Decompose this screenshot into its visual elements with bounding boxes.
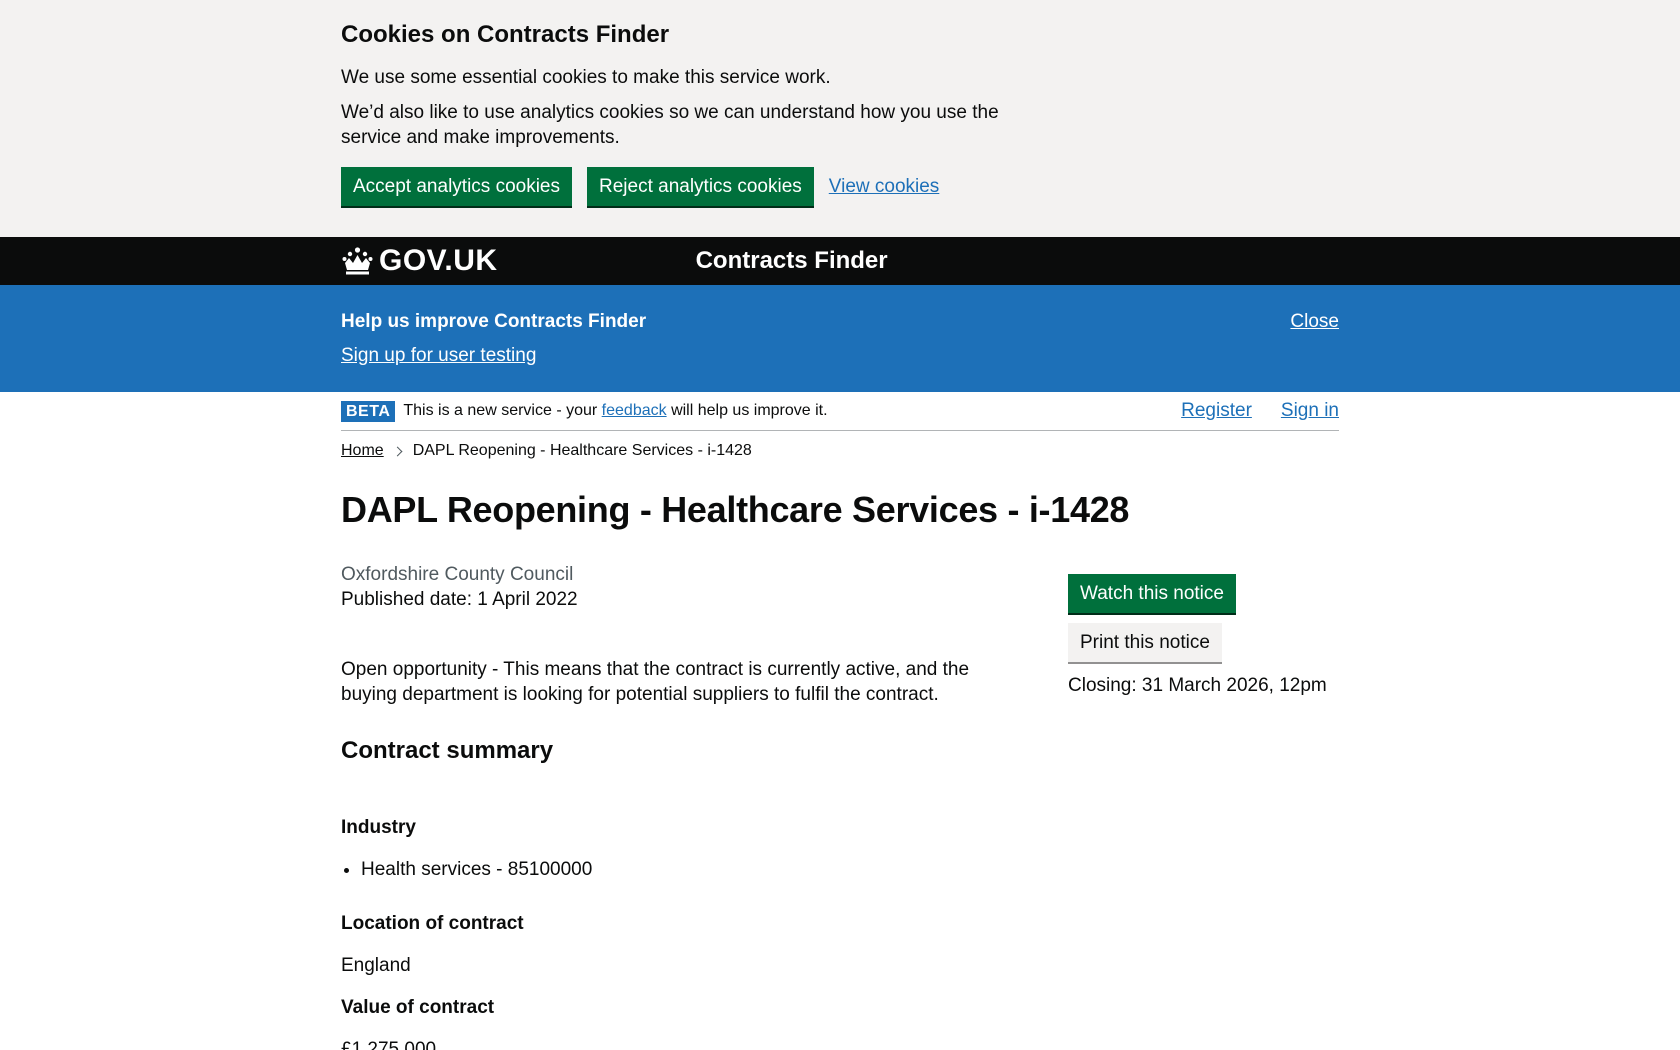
value-label: Value of contract bbox=[341, 997, 495, 1018]
register-link[interactable]: Register bbox=[1181, 400, 1252, 422]
location-value: England bbox=[341, 955, 411, 976]
cookie-banner-text-2: We’d also like to use analytics cookies … bbox=[341, 102, 999, 148]
industry-item: Health services - 85100000 bbox=[361, 857, 1031, 882]
notice-actions-column: Watch this notice Print this notice Clos… bbox=[1068, 562, 1327, 1050]
notice-content: Oxfordshire County Council Published dat… bbox=[341, 562, 1339, 1050]
cookie-banner-actions: Accept analytics cookies Reject analytic… bbox=[341, 167, 1339, 206]
breadcrumb: Home DAPL Reopening - Healthcare Service… bbox=[341, 441, 1339, 461]
phase-text-after: will help us improve it. bbox=[671, 402, 828, 419]
user-testing-link[interactable]: Sign up for user testing bbox=[341, 343, 536, 368]
cookie-banner: Cookies on Contracts Finder We use some … bbox=[0, 0, 1680, 237]
phase-text-before: This is a new service - your bbox=[403, 402, 598, 419]
sign-in-link[interactable]: Sign in bbox=[1281, 400, 1339, 422]
organisation-name: Oxfordshire County Council bbox=[341, 564, 574, 585]
service-name-link[interactable]: Contracts Finder bbox=[696, 247, 888, 275]
beta-tag: BETA bbox=[341, 400, 396, 422]
govuk-logo-link[interactable]: GOV.UK bbox=[341, 244, 498, 278]
breadcrumb-current: DAPL Reopening - Healthcare Services - i… bbox=[412, 442, 752, 459]
user-testing-panel: Help us improve Contracts Finder Sign up… bbox=[0, 285, 1680, 392]
phase-banner: BETA This is a new service - your feedba… bbox=[341, 392, 1339, 431]
notice-status-description: Open opportunity - This means that the c… bbox=[341, 659, 970, 705]
user-testing-title: Help us improve Contracts Finder bbox=[341, 311, 647, 332]
site-header: GOV.UK Contracts Finder bbox=[0, 237, 1680, 285]
close-panel-link[interactable]: Close bbox=[1290, 309, 1339, 334]
accept-cookies-button[interactable]: Accept analytics cookies bbox=[341, 167, 572, 206]
watch-notice-button[interactable]: Watch this notice bbox=[1068, 574, 1236, 613]
reject-cookies-button[interactable]: Reject analytics cookies bbox=[587, 167, 814, 206]
cookie-banner-text-1: We use some essential cookies to make th… bbox=[341, 67, 831, 88]
cookie-banner-title: Cookies on Contracts Finder bbox=[341, 21, 670, 48]
value-amount: £1,275,000 bbox=[341, 1039, 437, 1050]
print-notice-button[interactable]: Print this notice bbox=[1068, 623, 1222, 662]
page-container: BETA This is a new service - your feedba… bbox=[341, 392, 1339, 1050]
account-links: Register Sign in bbox=[1181, 400, 1339, 422]
view-cookies-link[interactable]: View cookies bbox=[829, 176, 940, 198]
industry-list: Health services - 85100000 bbox=[361, 857, 1031, 882]
contract-summary-heading: Contract summary bbox=[341, 737, 554, 764]
logo-text: GOV.UK bbox=[379, 244, 498, 277]
chevron-right-icon bbox=[392, 446, 403, 456]
crown-icon bbox=[342, 247, 373, 275]
industry-label: Industry bbox=[341, 817, 416, 838]
closing-date: Closing: 31 March 2026, 12pm bbox=[1068, 675, 1327, 696]
page-title: DAPL Reopening - Healthcare Services - i… bbox=[341, 489, 1130, 530]
location-label: Location of contract bbox=[341, 913, 524, 934]
breadcrumb-home-link[interactable]: Home bbox=[341, 442, 384, 460]
notice-main-column: Oxfordshire County Council Published dat… bbox=[341, 562, 1031, 1050]
feedback-link[interactable]: feedback bbox=[602, 402, 667, 420]
published-date: Published date: 1 April 2022 bbox=[341, 589, 578, 610]
